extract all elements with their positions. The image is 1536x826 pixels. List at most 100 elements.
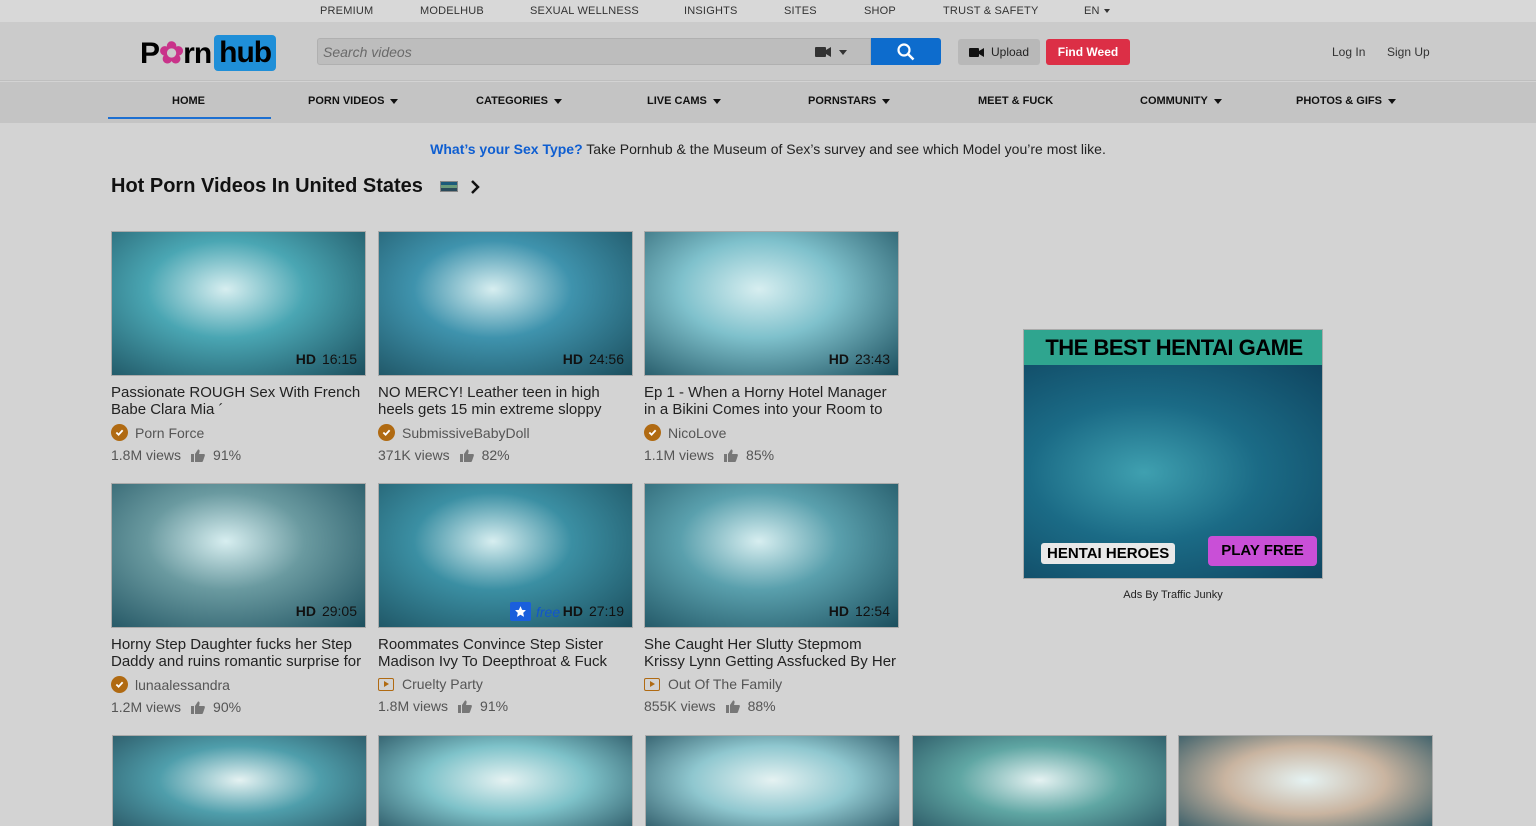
top-link-premium[interactable]: PREMIUM — [320, 5, 373, 17]
upload-label: Upload — [990, 45, 1030, 59]
video-uploader[interactable]: SubmissiveBabyDoll — [378, 424, 634, 441]
video-uploader[interactable]: Cruelty Party — [378, 676, 634, 692]
chevron-down-icon — [553, 98, 562, 104]
hd-badge: HD — [828, 603, 849, 619]
login-link[interactable]: Log In — [1332, 45, 1365, 59]
video-thumbnail[interactable]: HD 16:15 — [111, 231, 366, 376]
promo-banner: What’s your Sex Type? Take Pornhub & the… — [0, 141, 1536, 157]
video-thumbnail[interactable] — [645, 735, 900, 826]
video-title[interactable]: Roommates Convince Step Sister Madison I… — [378, 636, 633, 670]
video-uploader[interactable]: NicoLove — [644, 424, 900, 441]
nav-label: PORN VIDEOS — [308, 95, 385, 107]
video-thumbnail[interactable]: HD 24:56 — [378, 231, 633, 376]
top-link-trust-safety[interactable]: TRUST & SAFETY — [943, 5, 1039, 17]
top-link-insights[interactable]: INSIGHTS — [684, 5, 738, 17]
country-flag-icon — [439, 181, 458, 192]
nav-photos-gifs[interactable]: PHOTOS & GIFS — [1296, 95, 1396, 107]
search-button[interactable] — [871, 38, 941, 65]
nav-label: PORNSTARS — [808, 95, 877, 107]
uploader-name: Cruelty Party — [402, 676, 483, 692]
verified-check-icon — [378, 424, 395, 441]
video-card[interactable]: HD 24:56 NO MERCY! Leather teen in high he… — [378, 231, 634, 463]
verified-check-icon — [111, 424, 128, 441]
video-stats: 1.8M views 91% — [378, 698, 634, 714]
video-search-filter[interactable] — [814, 45, 848, 64]
video-thumbnail[interactable] — [1178, 735, 1433, 826]
video-badges: HD 16:15 — [296, 351, 357, 367]
video-duration: 12:54 — [854, 603, 890, 619]
thumbs-up-icon — [459, 449, 474, 462]
video-card[interactable]: HD 12:54 She Caught Her Slutty Stepmom Kri… — [644, 483, 900, 714]
logo-clover-icon: ✿ — [159, 36, 184, 70]
video-card[interactable]: HD 23:43 Ep 1 - When a Horny Hotel Manager… — [644, 231, 900, 463]
language-label: EN — [1084, 5, 1100, 17]
video-title[interactable]: She Caught Her Slutty Stepmom Krissy Lyn… — [644, 636, 899, 670]
top-link-modelhub[interactable]: MODELHUB — [420, 5, 484, 17]
video-thumbnail[interactable] — [112, 735, 367, 826]
video-uploader[interactable]: lunaalessandra — [111, 676, 367, 693]
video-duration: 27:19 — [588, 603, 624, 619]
hd-badge: HD — [295, 351, 316, 367]
find-weed-button[interactable]: Find Weed — [1046, 39, 1130, 65]
upload-button[interactable]: Upload — [958, 39, 1040, 65]
promo-link[interactable]: What’s your Sex Type? — [430, 141, 582, 157]
chevron-down-icon — [1213, 98, 1222, 104]
chevron-right-icon[interactable] — [470, 179, 480, 194]
top-link-sexual-wellness[interactable]: SEXUAL WELLNESS — [530, 5, 639, 17]
view-count: 1.8M views — [378, 698, 449, 714]
signup-link[interactable]: Sign Up — [1387, 45, 1430, 59]
video-title[interactable]: Passionate ROUGH Sex With French Babe Cl… — [111, 384, 366, 418]
video-thumbnail[interactable]: HD 12:54 — [644, 483, 899, 628]
rating-percent: 90% — [213, 699, 242, 715]
video-thumbnail[interactable] — [378, 735, 633, 826]
advertisement[interactable]: THE BEST HENTAI GAME HENTAI HEROES PLAY … — [1023, 329, 1323, 579]
hd-badge: HD — [562, 351, 583, 367]
main-nav: HOME PORN VIDEOS CATEGORIES LIVE CAMS PO… — [0, 82, 1536, 123]
nav-community[interactable]: COMMUNITY — [1140, 95, 1222, 107]
top-link-shop[interactable]: SHOP — [864, 5, 896, 17]
nav-meet-fuck[interactable]: MEET & FUCK — [978, 95, 1053, 107]
video-card[interactable]: HD 16:15 Passionate ROUGH Sex With French … — [111, 231, 367, 463]
chevron-down-icon — [1387, 98, 1396, 104]
rating-percent: 91% — [480, 698, 509, 714]
nav-live-cams[interactable]: LIVE CAMS — [647, 95, 721, 107]
language-selector[interactable]: EN — [1084, 5, 1110, 17]
view-count: 371K views — [378, 447, 450, 463]
video-uploader[interactable]: Porn Force — [111, 424, 367, 441]
logo-text-left: P✿rn — [140, 36, 212, 70]
site-logo[interactable]: P✿rn hub — [140, 35, 277, 71]
video-thumbnail[interactable]: HD 29:05 — [111, 483, 366, 628]
ad-brand-logo: HENTAI HEROES — [1041, 543, 1176, 564]
video-duration: 24:56 — [588, 351, 624, 367]
star-icon — [510, 602, 531, 621]
video-title[interactable]: Ep 1 - When a Horny Hotel Manager in a B… — [644, 384, 899, 418]
video-title[interactable]: Horny Step Daughter fucks her Step Daddy… — [111, 636, 366, 670]
ad-label[interactable]: Ads By Traffic Junky — [1023, 589, 1323, 601]
search-input[interactable] — [318, 39, 798, 64]
video-badges: HD 24:56 — [563, 351, 624, 367]
uploader-name: NicoLove — [668, 424, 727, 441]
video-badges: HD 27:19 — [563, 603, 624, 619]
nav-home[interactable]: HOME — [172, 95, 205, 107]
top-link-sites[interactable]: SITES — [784, 5, 817, 17]
video-card[interactable]: free HD 27:19 Roommates Convince Step Siste… — [378, 483, 634, 714]
nav-pornstars[interactable]: PORNSTARS — [808, 95, 891, 107]
ad-headline: THE BEST HENTAI GAME — [1024, 330, 1322, 365]
nav-categories[interactable]: CATEGORIES — [476, 95, 562, 107]
video-card[interactable]: HD 29:05 Horny Step Daughter fucks her Ste… — [111, 483, 367, 715]
video-thumbnail[interactable]: HD 23:43 — [644, 231, 899, 376]
verified-check-icon — [111, 676, 128, 693]
video-thumbnail[interactable]: free HD 27:19 — [378, 483, 633, 628]
video-thumbnail[interactable] — [912, 735, 1167, 826]
video-stats: 371K views 82% — [378, 447, 634, 463]
video-title[interactable]: NO MERCY! Leather teen in high heels get… — [378, 384, 633, 418]
nav-porn-videos[interactable]: PORN VIDEOS — [308, 95, 399, 107]
hd-badge: HD — [562, 603, 583, 619]
hd-badge: HD — [295, 603, 316, 619]
video-uploader[interactable]: Out Of The Family — [644, 676, 900, 692]
video-stats: 855K views 88% — [644, 698, 900, 714]
thumbs-up-icon — [725, 700, 740, 713]
chevron-down-icon — [712, 98, 721, 104]
ad-play-free-button[interactable]: PLAY FREE — [1208, 536, 1317, 566]
video-duration: 29:05 — [321, 603, 357, 619]
